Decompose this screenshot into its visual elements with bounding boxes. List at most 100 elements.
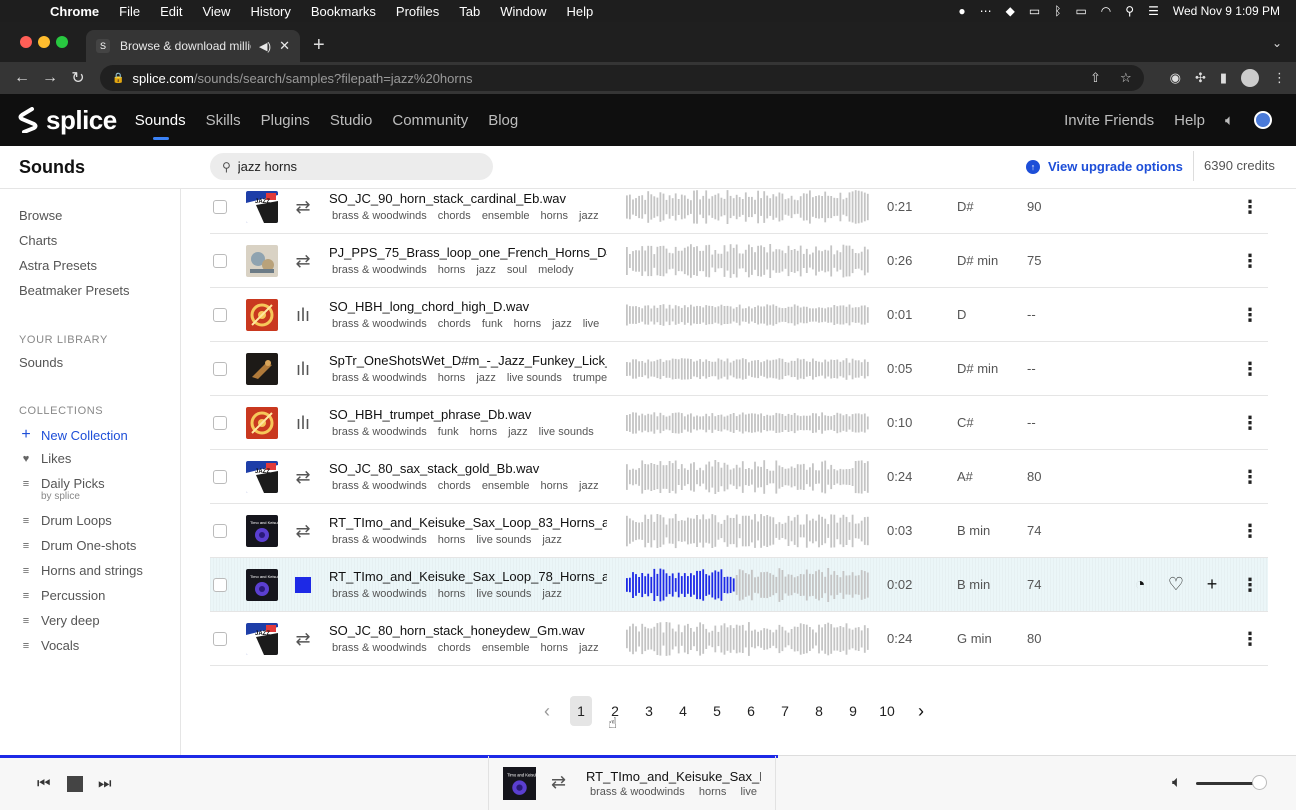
speaker-icon[interactable]: 🔈︎ (1225, 112, 1234, 129)
page-4[interactable]: 4 (672, 696, 694, 726)
lock-icon[interactable]: 🔒 (112, 73, 124, 84)
tag[interactable]: ensemble (482, 480, 530, 492)
stop-button[interactable] (67, 776, 83, 792)
row-checkbox[interactable] (213, 200, 227, 214)
sample-name[interactable]: RT_TImo_and_Keisuke_Sax_Loop_78_Horns_an… (329, 569, 607, 584)
tag[interactable]: melody (538, 264, 573, 276)
tag[interactable]: funk (482, 318, 503, 330)
tag[interactable]: horns (541, 210, 569, 222)
page-6[interactable]: 6 (740, 696, 762, 726)
more-options-icon[interactable]: ⋮ (1241, 302, 1259, 328)
sample-name[interactable]: SO_JC_80_horn_stack_honeydew_Gm.wav (329, 623, 607, 638)
reload-icon[interactable]: ↻ (64, 68, 92, 88)
tag[interactable]: soul (507, 264, 527, 276)
sample-artwork[interactable] (246, 299, 278, 331)
tag[interactable]: jazz (579, 480, 599, 492)
more-options-icon[interactable]: ⋮ (1241, 464, 1259, 490)
tab-audio-icon[interactable]: ◀) (259, 40, 271, 53)
sample-waveform[interactable] (626, 619, 870, 659)
tag[interactable]: brass & woodwinds (332, 210, 427, 222)
sample-row[interactable]: ılı SO_HBH_trumpet_phrase_Db.wav brass & w… (210, 396, 1268, 450)
menu-view[interactable]: View (202, 4, 230, 19)
now-playing-title[interactable]: RT_TImo_and_Keisuke_Sax_Loop_78_Horns_an… (586, 769, 761, 784)
tag[interactable]: live sounds (539, 426, 594, 438)
like-heart-icon[interactable]: ♡ (1166, 574, 1186, 594)
prev-page-chevron-icon[interactable]: ‹ (536, 701, 558, 722)
tag[interactable]: chords (438, 210, 471, 222)
page-10[interactable]: 10 (876, 696, 898, 726)
next-track-icon[interactable]: ⏭︎ (98, 775, 112, 792)
tag[interactable]: jazz (476, 264, 496, 276)
sample-artwork[interactable]: JAZZ (246, 461, 278, 493)
sample-name[interactable]: SO_JC_80_sax_stack_gold_Bb.wav (329, 461, 607, 476)
oneshot-waveform-icon[interactable]: ılı (292, 413, 314, 433)
loop-icon[interactable]: ⇄ (292, 521, 314, 541)
tag[interactable]: brass & woodwinds (332, 534, 427, 546)
loop-icon[interactable]: ⇄ (292, 197, 314, 217)
tag[interactable]: brass & woodwinds (332, 372, 427, 384)
row-checkbox[interactable] (213, 362, 227, 376)
page-3[interactable]: 3 (638, 696, 660, 726)
tag[interactable]: trumpet (573, 372, 607, 384)
menu-profiles[interactable]: Profiles (396, 4, 439, 19)
nav-skills[interactable]: Skills (206, 112, 241, 129)
sample-name[interactable]: SO_HBH_long_chord_high_D.wav (329, 299, 607, 314)
sample-waveform[interactable] (626, 295, 870, 335)
sample-name[interactable]: RT_TImo_and_Keisuke_Sax_Loop_83_Horns_an… (329, 515, 607, 530)
wifi-icon[interactable]: ◠ (1101, 4, 1111, 18)
tag[interactable]: horns (470, 426, 498, 438)
collection-percussion[interactable]: ≡ Percussion (19, 588, 106, 603)
tag[interactable]: chords (438, 318, 471, 330)
control-center-icon[interactable]: ☰ (1148, 4, 1159, 18)
sample-row[interactable]: JAZZ ⇄ SO_JC_80_sax_stack_gold_Bb.wav brass… (210, 450, 1268, 504)
nav-plugins[interactable]: Plugins (261, 112, 310, 129)
dots-icon[interactable]: ⋯ (980, 4, 992, 18)
sample-artwork[interactable]: Timo and Keisuke (246, 569, 278, 601)
menu-app[interactable]: Chrome (50, 4, 99, 19)
sample-artwork[interactable] (246, 245, 278, 277)
tag[interactable]: jazz (508, 426, 528, 438)
sample-artwork[interactable]: JAZZ (246, 191, 278, 223)
row-checkbox[interactable] (213, 470, 227, 484)
tag[interactable]: jazz (476, 372, 496, 384)
volume-icon[interactable]: 🔈︎ (1172, 774, 1182, 792)
forward-arrow-icon[interactable]: → (36, 69, 64, 87)
tag[interactable]: jazz (552, 318, 572, 330)
tag[interactable]: live sounds (740, 786, 760, 798)
sample-name[interactable]: SO_JC_90_horn_stack_cardinal_Eb.wav (329, 191, 607, 206)
tag[interactable]: brass & woodwinds (332, 264, 427, 276)
menu-file[interactable]: File (119, 4, 140, 19)
menu-bookmarks[interactable]: Bookmarks (311, 4, 376, 19)
tag[interactable]: jazz (542, 588, 562, 600)
more-options-icon[interactable]: ⋮ (1241, 356, 1259, 382)
more-options-icon[interactable]: ⋮ (1241, 410, 1259, 436)
puzzle-icon[interactable]: ✣ (1195, 70, 1206, 86)
sample-artwork[interactable] (246, 407, 278, 439)
previous-track-icon[interactable]: ⏮︎ (37, 775, 51, 792)
splice-logo[interactable]: splice (18, 105, 117, 136)
row-checkbox[interactable] (213, 416, 227, 430)
search-box[interactable]: ⚲ (210, 153, 493, 180)
sample-name[interactable]: SpTr_OneShotsWet_D#m_-_Jazz_Funkey_Lick_… (329, 353, 607, 368)
close-window-button[interactable] (20, 36, 32, 48)
sample-artwork[interactable] (246, 353, 278, 385)
sidepanel-icon[interactable]: ▮ (1220, 70, 1227, 86)
tag[interactable]: live sounds (507, 372, 562, 384)
collection-vocals[interactable]: ≡ Vocals (19, 638, 80, 653)
collection-likes[interactable]: ♥ Likes (19, 451, 72, 466)
sidebar-charts[interactable]: Charts (19, 233, 57, 248)
tag[interactable]: horns (438, 588, 466, 600)
sample-row[interactable]: JAZZ ⇄ SO_JC_80_horn_stack_honeydew_Gm.wav… (210, 612, 1268, 666)
battery-icon[interactable]: ▭ (1075, 4, 1086, 18)
tag[interactable]: brass & woodwinds (332, 642, 427, 654)
tag[interactable]: brass & woodwinds (332, 480, 427, 492)
collection-drum-one-shots[interactable]: ≡ Drum One-shots (19, 538, 137, 553)
user-avatar[interactable] (1254, 111, 1272, 129)
page-5[interactable]: 5 (706, 696, 728, 726)
nav-community[interactable]: Community (392, 112, 468, 129)
new-tab-icon[interactable]: + (313, 34, 325, 57)
next-page-chevron-icon[interactable]: › (910, 701, 932, 722)
more-options-icon[interactable]: ⋮ (1241, 572, 1259, 598)
zoom-window-button[interactable] (56, 36, 68, 48)
page-1[interactable]: 1 (570, 696, 592, 726)
